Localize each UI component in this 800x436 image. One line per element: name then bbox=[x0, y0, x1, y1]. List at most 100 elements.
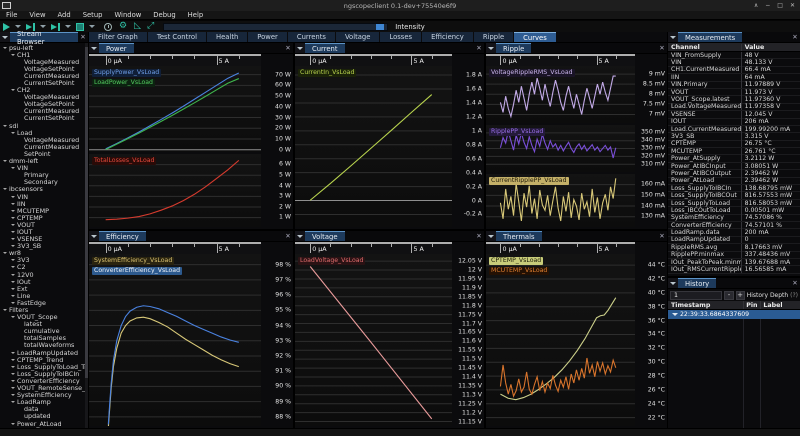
dock-menu-button[interactable] bbox=[486, 231, 496, 241]
history-row-selected[interactable]: 22:39:33.6864337609 bbox=[668, 310, 800, 319]
expand-arrow-icon[interactable] bbox=[11, 358, 15, 361]
tab-filter-graph[interactable]: Filter Graph bbox=[89, 32, 147, 42]
expand-arrow-icon[interactable] bbox=[11, 294, 15, 297]
close-icon[interactable]: ✕ bbox=[657, 43, 667, 53]
tree-item-3v3[interactable]: 3V3 bbox=[0, 256, 88, 264]
tree-item-power_atload[interactable]: Power_AtLoad bbox=[0, 420, 88, 428]
menu-add[interactable]: Add bbox=[52, 11, 77, 19]
close-icon[interactable]: ✕ bbox=[283, 43, 293, 53]
expand-arrow-icon[interactable] bbox=[11, 202, 15, 205]
close-icon[interactable]: ✕ bbox=[474, 231, 484, 241]
x-axis-ruler[interactable]: 0 µA 5 A bbox=[295, 54, 452, 66]
expand-arrow-icon[interactable] bbox=[11, 287, 15, 290]
single-trigger-dropdown-icon[interactable] bbox=[40, 25, 46, 28]
tree-item-vsense[interactable]: VSENSE bbox=[0, 235, 88, 243]
dock-menu-button[interactable] bbox=[0, 32, 10, 42]
chart-tab-voltage[interactable]: Voltage bbox=[305, 231, 345, 241]
trace-label-CurrentIn_VsLoad[interactable]: CurrentIn_VsLoad bbox=[298, 69, 357, 77]
expand-arrow-icon[interactable] bbox=[11, 365, 15, 368]
x-axis-ruler[interactable]: 0 µA 5 A bbox=[89, 54, 261, 66]
x-axis-ruler[interactable]: 0 µA 5 A bbox=[89, 242, 261, 254]
multi-trigger-dropdown-icon[interactable] bbox=[65, 25, 71, 28]
waveform-plot[interactable]: SupplyPower_VsLoad LoadPower_VsLoad bbox=[89, 66, 261, 152]
expand-arrow-icon[interactable] bbox=[11, 216, 15, 219]
history-button[interactable] bbox=[104, 22, 112, 31]
stream-browser-tab[interactable]: Stream Browser bbox=[9, 30, 79, 46]
tree-item-loadramp[interactable]: LoadRamp bbox=[0, 398, 88, 406]
tree-item-c2[interactable]: C2 bbox=[0, 263, 88, 271]
tab-test-control[interactable]: Test Control bbox=[147, 32, 206, 42]
expand-arrow-icon[interactable] bbox=[11, 266, 15, 269]
expand-arrow-icon[interactable] bbox=[11, 372, 15, 375]
tree-item-cptemp[interactable]: CPTEMP bbox=[0, 214, 88, 222]
dock-menu-button[interactable] bbox=[295, 43, 305, 53]
tree-item-sdl[interactable]: sdl bbox=[0, 122, 88, 130]
expand-arrow-icon[interactable] bbox=[3, 160, 7, 163]
trace-label-VoltageRippleRMS_VsLoad[interactable]: VoltageRippleRMS_VsLoad bbox=[489, 69, 575, 77]
dock-menu-button[interactable] bbox=[89, 231, 99, 241]
expand-arrow-icon[interactable] bbox=[11, 238, 15, 241]
tree-item-vout[interactable]: VOUT bbox=[0, 221, 88, 229]
tree-item-iout[interactable]: IOut bbox=[0, 278, 88, 286]
expand-arrow-icon[interactable] bbox=[11, 401, 15, 404]
trace-label-SupplyPower_VsLoad[interactable]: SupplyPower_VsLoad bbox=[92, 69, 162, 77]
expand-arrow-icon[interactable] bbox=[11, 89, 15, 92]
maximize-button[interactable]: □ bbox=[777, 2, 783, 9]
expand-arrow-icon[interactable] bbox=[3, 46, 7, 49]
depth-increment-button[interactable]: + bbox=[735, 290, 745, 300]
trace-label-SystemEfficiency_VsLoad[interactable]: SystemEfficiency_VsLoad bbox=[92, 257, 175, 265]
close-button[interactable]: ✕ bbox=[790, 2, 795, 9]
waveform-plot[interactable]: CurrentIn_VsLoad bbox=[295, 66, 452, 227]
trace-label-MCUTEMP_VsLoad[interactable]: MCUTEMP_VsLoad bbox=[489, 267, 550, 275]
chart-tab-power[interactable]: Power bbox=[99, 43, 134, 53]
tree-item-ext[interactable]: Ext bbox=[0, 285, 88, 293]
expand-arrow-icon[interactable] bbox=[3, 188, 7, 191]
chart-tab-ripple[interactable]: Ripple bbox=[496, 43, 532, 53]
trace-label-RipplePP_VsLoad[interactable]: RipplePP_VsLoad bbox=[489, 127, 546, 136]
tab-power[interactable]: Power bbox=[248, 32, 287, 42]
waveform-plot[interactable]: SystemEfficiency_VsLoad ConverterEfficien… bbox=[89, 254, 261, 426]
trace-label-ConverterEfficiency_VsLoad[interactable]: ConverterEfficiency_VsLoad bbox=[92, 267, 183, 275]
tab-voltage[interactable]: Voltage bbox=[335, 32, 380, 42]
tree-item-iout[interactable]: IOUT bbox=[0, 228, 88, 236]
tab-ripple[interactable]: Ripple bbox=[473, 32, 514, 42]
chart-tab-efficiency[interactable]: Efficiency bbox=[99, 231, 146, 241]
waveform-plot[interactable]: VoltageRippleRMS_VsLoad bbox=[486, 66, 635, 123]
expand-arrow-icon[interactable] bbox=[11, 387, 15, 390]
expand-arrow-icon[interactable] bbox=[11, 53, 15, 56]
measure-button[interactable]: ◺ bbox=[134, 22, 141, 31]
menu-file[interactable]: File bbox=[0, 11, 23, 19]
x-axis-ruler[interactable]: 0 µA 5 A bbox=[486, 54, 635, 66]
tab-losses[interactable]: Losses bbox=[380, 32, 422, 42]
tree-item-dmm-left[interactable]: dmm-left bbox=[0, 157, 88, 165]
x-axis-ruler[interactable]: 0 µA 5 A bbox=[486, 242, 635, 254]
tab-health[interactable]: Health bbox=[206, 32, 248, 42]
tab-currents[interactable]: Currents bbox=[287, 32, 335, 42]
stop-dropdown-icon[interactable] bbox=[89, 25, 95, 28]
chart-tab-thermals[interactable]: Thermals bbox=[496, 231, 542, 241]
menu-setup[interactable]: Setup bbox=[77, 11, 109, 19]
depth-decrement-button[interactable]: - bbox=[724, 290, 734, 300]
minimize-button[interactable]: − bbox=[765, 2, 770, 9]
dock-menu-button[interactable] bbox=[668, 32, 678, 42]
intensity-slider-handle[interactable] bbox=[376, 23, 385, 30]
trace-label-LoadPower_VsLoad[interactable]: LoadPower_VsLoad bbox=[92, 79, 155, 87]
history-tab[interactable]: History bbox=[678, 278, 717, 288]
play-button[interactable] bbox=[3, 22, 10, 31]
expand-arrow-icon[interactable] bbox=[11, 422, 15, 425]
tree-item-ibcsensors[interactable]: ibcsensors bbox=[0, 185, 88, 193]
trace-label-LoadVoltage_VsLoad[interactable]: LoadVoltage_VsLoad bbox=[298, 257, 366, 265]
close-icon[interactable]: ✕ bbox=[657, 231, 667, 241]
play-dropdown-icon[interactable] bbox=[15, 25, 21, 28]
tree-scrollbar-thumb[interactable] bbox=[85, 46, 88, 378]
measurement-row[interactable]: IOut_RMSCurrentRipple.avg16.56585 mA bbox=[668, 266, 800, 274]
close-icon[interactable]: ✕ bbox=[790, 32, 800, 42]
fullscreen-button[interactable]: ⤢ bbox=[147, 22, 154, 31]
tree-scrollbar[interactable] bbox=[85, 43, 88, 428]
tree-item-12v0[interactable]: 12V0 bbox=[0, 271, 88, 279]
menu-help[interactable]: Help bbox=[182, 11, 210, 19]
expand-arrow-icon[interactable] bbox=[11, 209, 15, 212]
x-axis-ruler[interactable]: 0 µA 5 A bbox=[295, 242, 452, 254]
expand-arrow-icon[interactable] bbox=[11, 195, 15, 198]
expand-arrow-icon[interactable] bbox=[11, 273, 15, 276]
